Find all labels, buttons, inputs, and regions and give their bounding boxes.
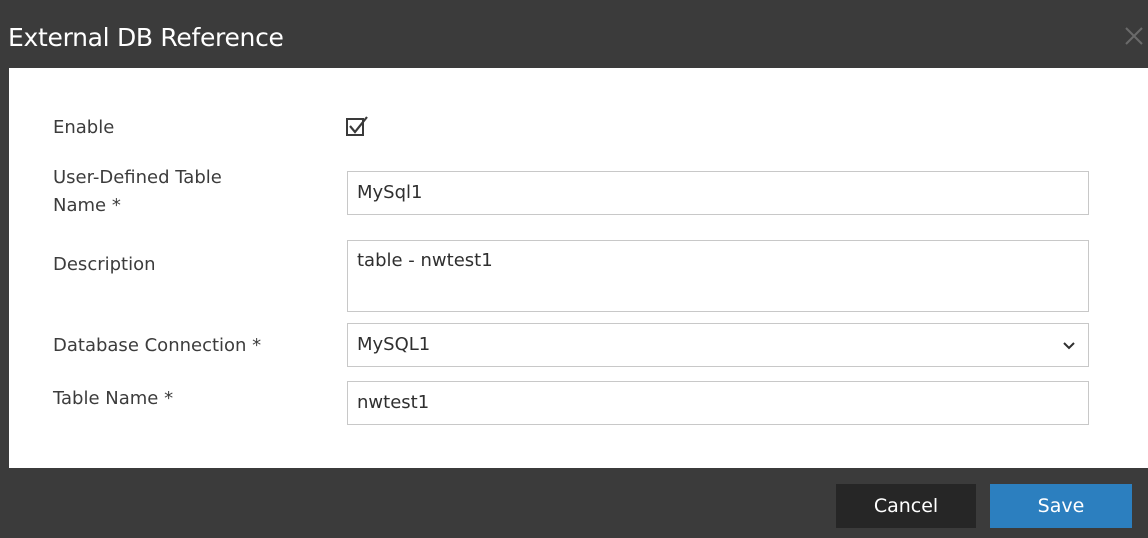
description-textarea[interactable]: table - nwtest1 xyxy=(347,240,1089,312)
database-connection-label: Database Connection * xyxy=(53,335,262,356)
table-name-input[interactable]: nwtest1 xyxy=(347,381,1089,425)
database-connection-select[interactable]: MySQL1 xyxy=(347,323,1089,367)
enable-checkbox[interactable] xyxy=(345,115,369,139)
dialog-titlebar: External DB Reference xyxy=(0,8,1148,68)
external-db-reference-dialog: External DB Reference Enable User-Define… xyxy=(0,0,1148,538)
save-button[interactable]: Save xyxy=(990,484,1132,528)
close-icon[interactable] xyxy=(1118,22,1148,52)
table-name-label: Table Name * xyxy=(53,388,174,409)
chevron-down-icon xyxy=(1063,342,1075,350)
dialog-footer: Cancel Save xyxy=(0,468,1148,538)
cancel-button[interactable]: Cancel xyxy=(836,484,976,528)
dialog-title: External DB Reference xyxy=(8,23,284,52)
table-display-name-input[interactable]: MySql1 xyxy=(347,171,1089,215)
description-label: Description xyxy=(53,254,156,275)
table-display-name-label-line1: User-Defined Table xyxy=(53,167,222,188)
enable-label: Enable xyxy=(53,117,115,138)
table-display-name-label-line2: Name * xyxy=(53,195,121,216)
dialog-body: Enable User-Defined Table Name * MySql1 … xyxy=(9,68,1148,468)
database-connection-value: MySQL1 xyxy=(357,334,431,355)
